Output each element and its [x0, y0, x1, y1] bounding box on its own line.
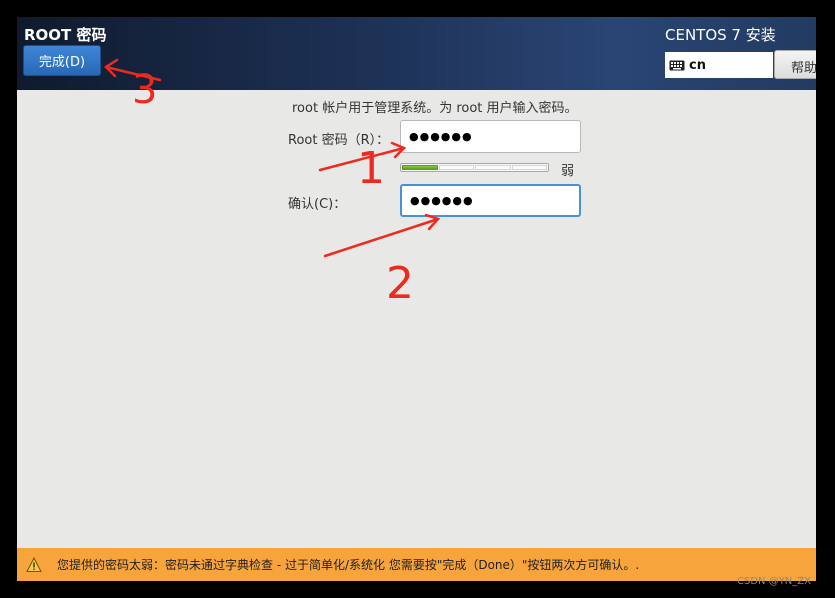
annotation-overlay: 1 2 3 — [104, 58, 441, 309]
annotation-number-2: 2 — [386, 258, 414, 309]
annotation-number-3: 3 — [132, 67, 157, 113]
watermark: CSDN @YN_ZX — [737, 576, 811, 587]
annotation-number-1: 1 — [357, 143, 385, 194]
annotation-arrow-2 — [323, 217, 440, 258]
